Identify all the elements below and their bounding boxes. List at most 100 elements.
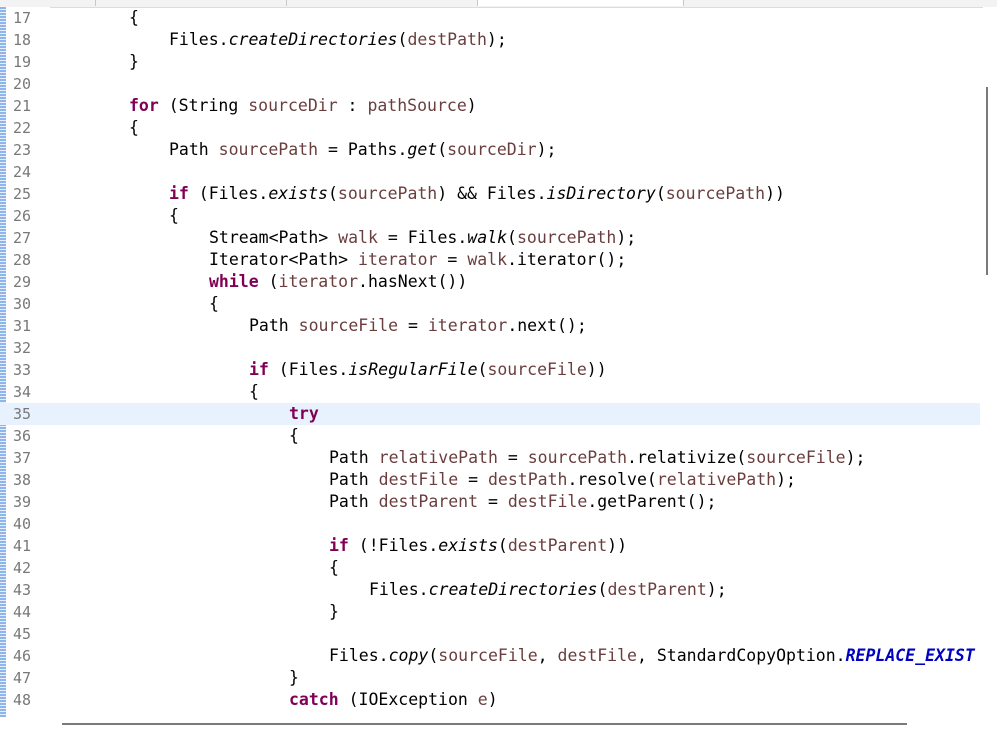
line-number: 30 [13,295,32,313]
code-line[interactable]: 35 try [0,403,980,425]
code-text[interactable]: { [129,7,139,29]
line-number: 42 [13,559,32,577]
line-number: 17 [13,9,32,27]
code-text[interactable]: for (String sourceDir : pathSource) [129,95,477,117]
code-token: } [329,602,339,621]
code-line[interactable]: 34 { [0,381,980,403]
code-text[interactable]: Path relativePath = sourcePath.relativiz… [329,447,865,469]
code-text[interactable]: Path destParent = destFile.getParent(); [329,491,716,513]
code-text[interactable]: Path sourceFile = iterator.next(); [249,315,587,337]
code-line[interactable]: 41 if (!Files.exists(destParent)) [0,535,980,557]
code-line[interactable]: 20 [0,73,980,95]
code-line[interactable]: 29 while (iterator.hasNext()) [0,271,980,293]
code-text[interactable]: { [129,117,139,139]
code-line[interactable]: 28 Iterator<Path> iterator = walk.iterato… [0,249,980,271]
code-line[interactable]: 37 Path relativePath = sourcePath.relativ… [0,447,980,469]
code-token: if [329,536,349,555]
line-number: 46 [13,647,32,665]
code-text[interactable]: { [249,381,259,403]
code-token: } [129,52,139,71]
code-line[interactable]: 32 [0,337,980,359]
code-line[interactable]: 43 Files.createDirectories(destParent); [0,579,980,601]
code-text[interactable]: { [289,425,299,447]
code-line[interactable]: 17 { [0,7,980,29]
editor-tab[interactable] [96,0,287,6]
code-text[interactable]: if (!Files.exists(destParent)) [329,535,627,557]
line-number: 38 [13,471,32,489]
horizontal-scrollbar-thumb[interactable] [62,723,907,725]
code-text[interactable]: if (Files.isRegularFile(sourceFile)) [249,359,607,381]
line-number: 18 [13,31,32,49]
code-text[interactable]: Files.copy(sourceFile, destFile, Standar… [329,645,975,667]
code-token: sourceFile [298,316,399,335]
code-token: ); [486,30,507,49]
code-text[interactable]: { [169,205,179,227]
code-line[interactable]: 30 { [0,293,980,315]
code-token: ); [776,470,796,489]
code-token: = Paths. [318,140,408,159]
horizontal-scrollbar[interactable] [50,717,983,731]
code-line[interactable]: 27 Stream<Path> walk = Files.walk(sourceP… [0,227,980,249]
code-line[interactable]: 47} [0,667,980,689]
code-text[interactable]: Files.createDirectories(destParent); [369,579,727,601]
code-line[interactable]: 44} [0,601,980,623]
code-token: ) [466,96,477,115]
code-line[interactable]: 19} [0,51,980,73]
code-token: ) && Files. [437,184,547,203]
code-text[interactable]: Stream<Path> walk = Files.walk(sourcePat… [209,227,636,249]
code-token: destPath [407,30,487,49]
code-line[interactable]: 42 { [0,557,980,579]
code-line[interactable]: 38 Path destFile = destPath.resolve(relat… [0,469,980,491]
editor-tab[interactable] [0,0,96,6]
code-text[interactable]: catch (IOException e) [289,689,498,711]
code-token: walk [338,228,378,247]
editor-tab[interactable] [287,0,478,6]
code-text[interactable]: { [209,293,219,315]
code-text[interactable]: Path sourcePath = Paths.get(sourceDir); [169,139,556,161]
code-line[interactable]: 33 if (Files.isRegularFile(sourceFile)) [0,359,980,381]
code-text[interactable]: { [329,557,339,579]
code-line[interactable]: 39 Path destParent = destFile.getParent()… [0,491,980,513]
code-token: ); [845,448,866,467]
code-editor[interactable]: 17{18 Files.createDirectories(destPath); 1… [0,0,997,731]
code-line[interactable]: 26 { [0,205,980,227]
code-text[interactable]: Iterator<Path> iterator = walk.iterator(… [209,249,626,271]
code-line[interactable]: 36 { [0,425,980,447]
line-number: 39 [13,493,32,511]
code-line[interactable]: 31 Path sourceFile = iterator.next(); [0,315,980,337]
code-text[interactable]: try [289,403,319,425]
code-line[interactable]: 21 for (String sourceDir : pathSource) [0,95,980,117]
line-number: 21 [13,97,32,115]
code-line[interactable]: 45 [0,623,980,645]
code-line[interactable]: 18 Files.createDirectories(destPath); [0,29,980,51]
vertical-scrollbar[interactable] [983,7,997,717]
line-number: 47 [13,669,32,687]
code-token: sourcePath [218,140,319,159]
code-token: = [398,316,428,335]
code-text[interactable]: } [129,51,139,73]
code-lines[interactable]: 17{18 Files.createDirectories(destPath); 1… [0,7,980,711]
code-text[interactable]: while (iterator.hasNext()) [209,271,467,293]
code-token: { [329,558,339,577]
vertical-scrollbar-thumb[interactable] [986,87,988,275]
code-text[interactable]: } [289,667,299,689]
line-number: 45 [13,625,32,643]
code-line[interactable]: 25 if (Files.exists(sourcePath) && Files.… [0,183,980,205]
code-line[interactable]: 24 [0,161,980,183]
code-line[interactable]: 48 catch (IOException e) [0,689,980,711]
code-token: (String [158,96,249,115]
code-text[interactable]: if (Files.exists(sourcePath) && Files.is… [169,183,785,205]
code-line[interactable]: 46 Files.copy(sourceFile, destFile, Stand… [0,645,980,667]
code-line[interactable]: 40 [0,513,980,535]
line-number: 19 [13,53,32,71]
code-text[interactable]: Path destFile = destPath.resolve(relativ… [329,469,796,491]
code-text[interactable]: Files.createDirectories(destPath); [169,29,507,51]
code-text[interactable]: } [329,601,339,623]
code-line[interactable]: 22 { [0,117,980,139]
code-token: sourceDir [248,96,338,115]
editor-tab-active[interactable] [478,0,684,6]
code-token: (Files. [188,184,269,203]
code-token: Iterator<Path> [209,250,359,269]
code-token: .relativize( [627,448,747,467]
code-line[interactable]: 23 Path sourcePath = Paths.get(sourceDir)… [0,139,980,161]
